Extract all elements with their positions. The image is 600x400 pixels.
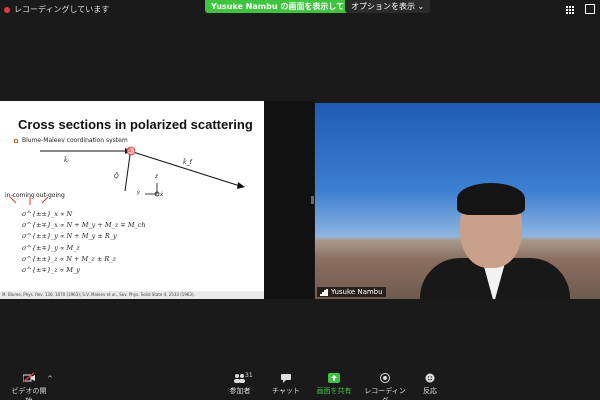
share-screen-button[interactable]: 画面を共有 — [314, 373, 354, 396]
equation-line: σ^{±∓}_x ∝ N + M_y + M_z ∓ M_ch — [22, 221, 146, 230]
start-video-button[interactable]: ビデオの開始 — [10, 373, 48, 400]
participants-count: 31 — [245, 372, 253, 379]
fullscreen-icon[interactable] — [585, 4, 595, 14]
video-off-icon — [23, 373, 35, 383]
resize-handle[interactable] — [311, 196, 314, 204]
gallery-view-icon[interactable] — [565, 5, 574, 14]
cross-section-equations: σ^{±±}_x ∝ N σ^{±∓}_x ∝ N + M_y + M_z ∓ … — [22, 209, 146, 276]
share-screen-label: 画面を共有 — [316, 387, 352, 395]
connection-signal-icon — [320, 288, 328, 296]
equation-line: σ^{±±}_x ∝ N — [22, 210, 73, 218]
record-icon — [380, 373, 390, 383]
equation-line: σ^{±∓}_y ∝ M_z — [22, 243, 80, 252]
q-label: Q̄ — [114, 173, 119, 180]
equation-line: σ^{±∓}_z ∝ M_y — [22, 266, 80, 275]
slide-bullet: Blume-Maleev coordination system — [14, 137, 128, 144]
participant-name: Yusuke Nambu — [331, 288, 383, 296]
share-screen-icon — [328, 373, 340, 383]
y-axis-label: ŷ — [137, 190, 140, 196]
top-bar: レコーディングしています Yusuke Nambu の画面を表示しています オプ… — [0, 0, 600, 18]
recording-indicator[interactable]: レコーディングしています — [4, 4, 109, 15]
record-button[interactable]: レコーディング — [362, 373, 408, 400]
shared-screen-slide: Cross sections in polarized scattering B… — [0, 101, 264, 299]
meeting-toolbar: ビデオの開始 ^ 参加者 31 チャット 画面を共有 — [0, 369, 600, 400]
split-view-divider — [264, 101, 314, 299]
reactions-emoji-icon — [425, 373, 435, 383]
participant-name-tag: Yusuke Nambu — [317, 287, 386, 297]
bullet-text: Blume-Maleev coordination system — [22, 137, 128, 144]
slide-footer-citation: M. Blume, Phys. Rev. 130, 1670 (1963); S… — [0, 291, 264, 299]
record-dot-icon — [4, 6, 10, 13]
ki-label: k̄ᵢ — [64, 157, 69, 164]
video-options-chevron-icon[interactable]: ^ — [47, 375, 53, 383]
record-label: レコーディング — [364, 387, 406, 400]
zoom-meeting-window: レコーディングしています Yusuke Nambu の画面を表示しています オプ… — [0, 0, 600, 400]
reactions-label: 反応 — [423, 387, 437, 395]
outgoing-label: out-going — [36, 192, 65, 199]
x-axis-label: x̂ — [160, 192, 163, 198]
z-axis-label: ẑ — [155, 174, 158, 180]
start-video-label: ビデオの開始 — [11, 387, 47, 400]
participants-label: 参加者 — [229, 387, 251, 395]
chat-icon — [281, 374, 291, 383]
incoming-label: in-coming — [5, 192, 35, 199]
slide-title: Cross sections in polarized scattering — [18, 117, 253, 132]
participant-hair — [457, 183, 525, 215]
kf-label: k̄_f — [183, 159, 192, 166]
participant-video-tile[interactable]: Yusuke Nambu — [315, 103, 600, 299]
equation-line: σ^{±±}_z ∝ N + M_z ± R_z — [22, 254, 116, 263]
view-options-button[interactable]: オプションを表示 ⌄ — [345, 0, 431, 13]
recording-label: レコーディングしています — [14, 5, 110, 14]
chat-button[interactable]: チャット — [272, 373, 300, 396]
equation-line: σ^{±±}_y ∝ N + M_y ± R_y — [22, 232, 117, 241]
s-label: S — [128, 148, 132, 154]
reactions-button[interactable]: 反応 — [418, 373, 442, 396]
bullet-square-icon — [14, 138, 18, 143]
chat-label: チャット — [272, 387, 300, 395]
